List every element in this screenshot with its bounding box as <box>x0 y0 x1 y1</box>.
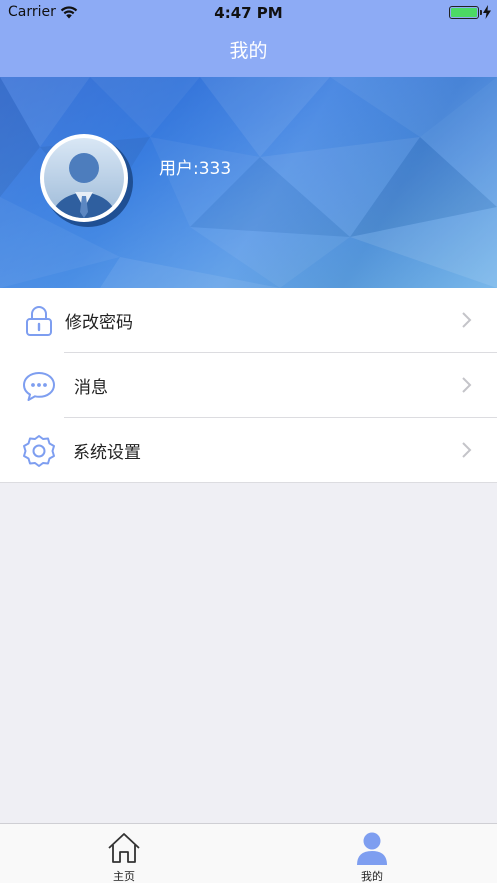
tab-profile[interactable]: 我的 <box>248 824 496 883</box>
chevron-right-icon <box>462 377 472 393</box>
profile-banner: 用户:333 <box>0 77 497 288</box>
settings-menu: 修改密码 消息 系统设置 <box>0 288 497 483</box>
user-avatar-icon[interactable] <box>38 134 134 230</box>
clock: 4:47 PM <box>214 4 283 22</box>
profile-icon <box>357 832 387 865</box>
menu-item-change-password[interactable]: 修改密码 <box>0 288 497 353</box>
username-label: 用户:333 <box>159 159 232 179</box>
home-icon <box>108 833 140 863</box>
tab-label: 主页 <box>113 870 135 883</box>
lock-icon <box>26 306 52 336</box>
status-bar: Carrier 4:47 PM <box>0 0 497 26</box>
menu-item-messages[interactable]: 消息 <box>0 353 497 418</box>
menu-item-label: 系统设置 <box>73 443 141 463</box>
battery-icon <box>449 6 482 19</box>
navigation-header: Carrier 4:47 PM 我的 <box>0 0 497 77</box>
menu-item-label: 修改密码 <box>65 313 133 333</box>
tab-bar: 主页 我的 <box>0 823 497 883</box>
chevron-right-icon <box>462 442 472 458</box>
chevron-right-icon <box>462 312 472 328</box>
settings-gear-icon <box>23 435 55 467</box>
charging-bolt-icon <box>483 5 491 19</box>
menu-item-label: 消息 <box>74 378 108 398</box>
page-title: 我的 <box>229 40 268 62</box>
tab-label: 我的 <box>361 870 383 883</box>
tab-home[interactable]: 主页 <box>0 824 248 883</box>
menu-item-system-settings[interactable]: 系统设置 <box>0 418 497 483</box>
message-icon <box>23 372 55 401</box>
